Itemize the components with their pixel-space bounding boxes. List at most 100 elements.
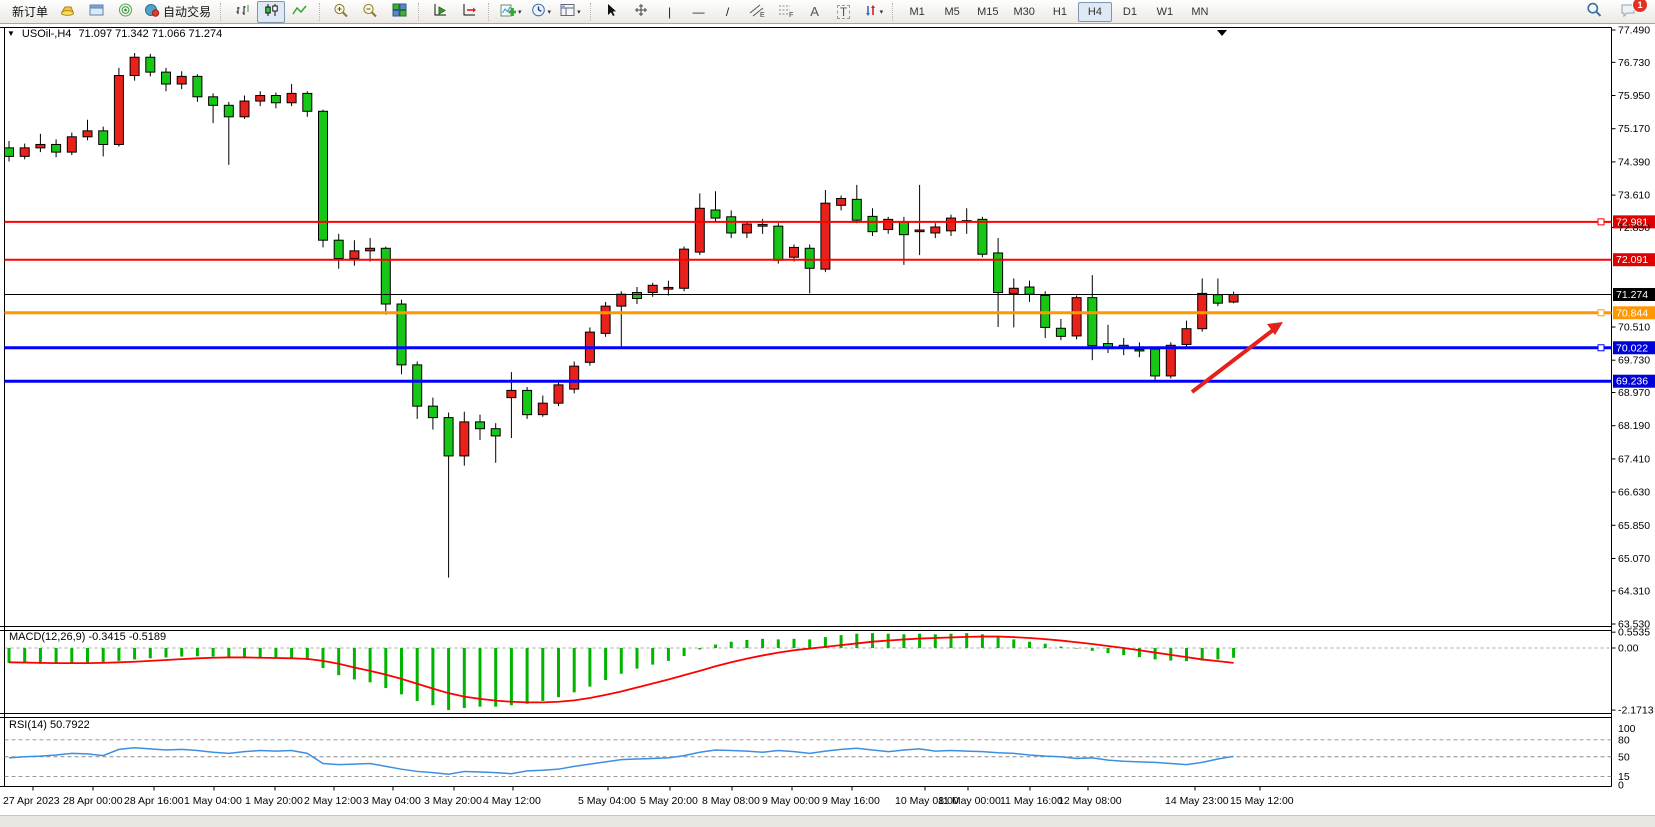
text-tool-button[interactable]: A: [801, 1, 829, 23]
candle-bullish: [67, 137, 76, 152]
candle-bearish: [523, 390, 532, 414]
candle-bullish: [36, 144, 45, 147]
candle-bullish: [947, 218, 956, 231]
price-badge-label: 69.236: [1616, 376, 1648, 388]
time-tick-label: 27 Apr 2023: [3, 795, 60, 807]
indicators-button[interactable]: ▾: [496, 1, 526, 23]
chart-canvas[interactable]: 77.49076.73075.95075.17074.39073.61072.8…: [0, 25, 1655, 815]
candle-bearish: [1056, 328, 1065, 336]
fibonacci-tool-button[interactable]: F: [772, 1, 800, 23]
rsi-axis-label: 80: [1618, 734, 1630, 746]
time-tick-label: 4 May 12:00: [483, 795, 541, 807]
new-order-button[interactable]: 新订单: [5, 1, 52, 23]
market-watch-button[interactable]: [82, 1, 110, 23]
candlestick-chart-button[interactable]: [257, 1, 285, 23]
candle-bullish: [742, 224, 751, 233]
vertical-line-icon: |: [668, 6, 671, 18]
time-tick-label: 11 May 00:00: [938, 795, 1001, 807]
time-axis[interactable]: [33, 787, 1260, 791]
text-label-tool-button[interactable]: T: [830, 1, 858, 23]
chart-ohlc-values: 71.097 71.342 71.066 71.274: [78, 28, 222, 40]
candle-bearish: [146, 57, 155, 72]
time-tick-label: 15 May 12:00: [1230, 795, 1294, 807]
timeframe-h1-button[interactable]: H1: [1043, 2, 1077, 22]
macd-axis-label: 0.5535: [1618, 627, 1650, 639]
cursor-tool-button[interactable]: [598, 1, 626, 23]
signals-button[interactable]: [111, 1, 139, 23]
channel-tool-button[interactable]: E: [743, 1, 771, 23]
arrow-objects-icon: [863, 3, 878, 20]
timeframe-m30-button[interactable]: M30: [1007, 2, 1042, 22]
chart-shift-button[interactable]: [455, 1, 483, 23]
clock-icon: [531, 3, 546, 20]
trendline-tool-button[interactable]: /: [714, 1, 742, 23]
zoom-out-button[interactable]: [356, 1, 384, 23]
candle-bullish: [601, 306, 610, 333]
timeframe-mn-button[interactable]: MN: [1183, 2, 1217, 22]
collapse-chart-icon[interactable]: ▼: [7, 29, 15, 40]
candle-bearish: [1088, 298, 1097, 346]
periods-button[interactable]: ▾: [527, 1, 556, 23]
candle-bullish: [1009, 288, 1018, 293]
gold-ingot-icon: [59, 3, 75, 20]
search-button[interactable]: [1580, 1, 1608, 23]
candle-bearish: [193, 76, 202, 96]
hline-anchor-handle[interactable]: [1598, 310, 1604, 316]
bar-chart-button[interactable]: [228, 1, 256, 23]
candle-bearish: [334, 240, 343, 258]
line-chart-button[interactable]: [286, 1, 314, 23]
new-order-label: 新订单: [12, 3, 48, 20]
candle-bullish: [664, 287, 673, 289]
chart-shift-marker[interactable]: [1217, 30, 1227, 36]
time-tick-label: 9 May 00:00: [762, 795, 820, 807]
candle-bearish: [5, 148, 14, 157]
candle-bullish: [758, 224, 767, 226]
zoom-out-icon: [362, 3, 378, 21]
crosshair-icon: [634, 3, 648, 20]
candle-bearish: [852, 199, 861, 220]
candle-bearish: [1025, 287, 1034, 294]
signal-broadcast-icon: [118, 3, 133, 20]
price-badge-label: 72.091: [1616, 254, 1648, 266]
auto-scroll-button[interactable]: [426, 1, 454, 23]
price-badge-label: 72.981: [1616, 216, 1648, 228]
timeframe-m5-button[interactable]: M5: [935, 2, 969, 22]
horizontal-line-icon: —: [693, 6, 705, 18]
vertical-line-tool-button[interactable]: |: [656, 1, 684, 23]
timeframe-d1-button[interactable]: D1: [1113, 2, 1147, 22]
autotrading-button[interactable]: 自动交易: [140, 1, 215, 23]
price-tick-label: 69.730: [1618, 355, 1650, 367]
timeframe-w1-button[interactable]: W1: [1148, 2, 1182, 22]
hline-anchor-handle[interactable]: [1598, 345, 1604, 351]
price-tick-label: 68.970: [1618, 387, 1650, 399]
rsi-pane: [5, 740, 1612, 777]
toolbar-separator: [418, 3, 421, 21]
hline-anchor-handle[interactable]: [1598, 219, 1604, 225]
price-tick-label: 75.170: [1618, 123, 1650, 135]
gold-symbol-button[interactable]: [53, 1, 81, 23]
templates-button[interactable]: ▾: [556, 1, 585, 23]
notifications-button[interactable]: 1: [1614, 1, 1642, 23]
pane-borders: [0, 28, 1612, 787]
timeframe-m1-button[interactable]: M1: [900, 2, 934, 22]
search-icon: [1586, 2, 1602, 21]
timeframe-h4-button[interactable]: H4: [1078, 2, 1112, 22]
time-tick-label: 14 May 23:00: [1165, 795, 1229, 807]
candle-bearish: [727, 217, 736, 233]
window-bottom-edge: [0, 815, 1655, 827]
candle-bullish: [130, 57, 139, 75]
candlestick-chart-icon: [264, 3, 279, 20]
rsi-axis-label: 100: [1618, 723, 1636, 735]
timeframe-m15-button[interactable]: M15: [970, 2, 1005, 22]
candle-bearish: [303, 93, 312, 111]
zoom-in-button[interactable]: [327, 1, 355, 23]
crosshair-tool-button[interactable]: [627, 1, 655, 23]
price-tick-label: 70.510: [1618, 321, 1650, 333]
price-badge-label: 70.844: [1616, 307, 1648, 319]
candle-bearish: [224, 105, 233, 116]
horizontal-line-tool-button[interactable]: —: [685, 1, 713, 23]
chevron-down-icon: ▾: [548, 8, 552, 16]
tile-windows-button[interactable]: [385, 1, 413, 23]
arrows-tool-button[interactable]: ▾: [859, 1, 888, 23]
candle-bullish: [570, 366, 579, 389]
